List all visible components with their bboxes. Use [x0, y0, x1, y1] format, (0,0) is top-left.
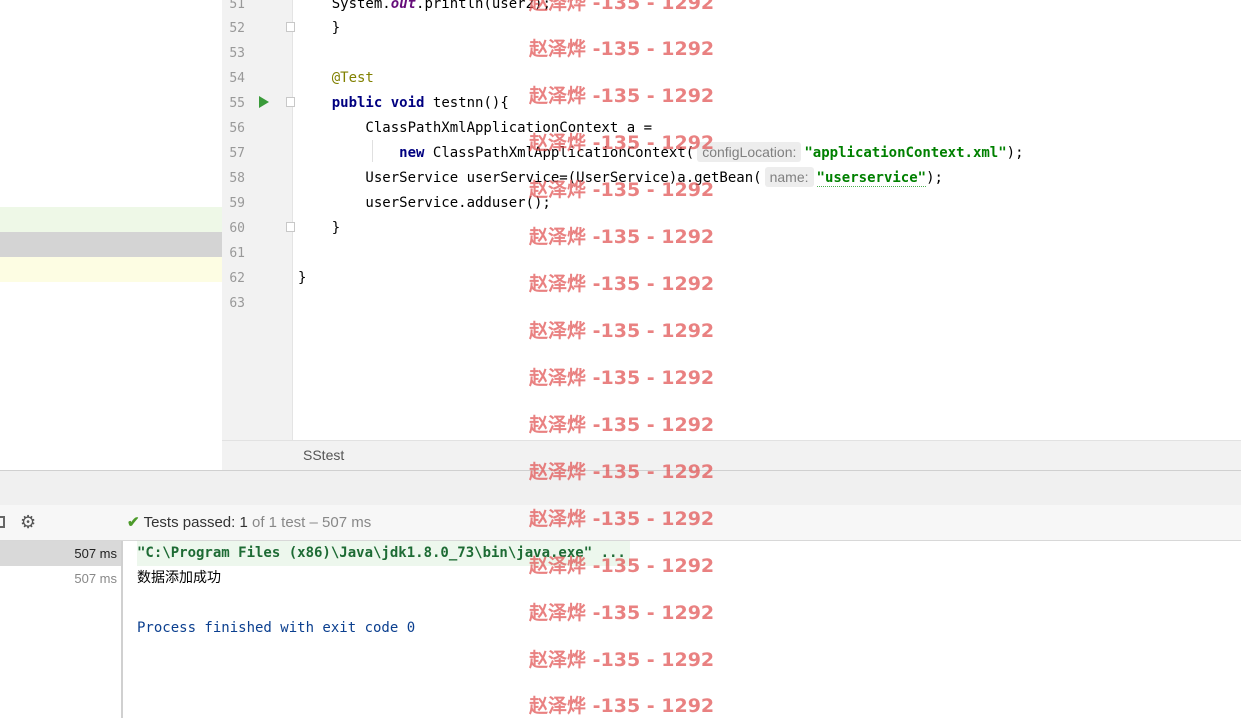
project-row-highlight-yellow[interactable]: [0, 257, 222, 282]
status-detail: of 1 test – 507 ms: [251, 514, 372, 531]
console-output[interactable]: "C:\Program Files (x86)\Java\jdk1.8.0_73…: [123, 541, 1241, 718]
code-line-59: userService.adduser();: [298, 195, 551, 211]
code-line-54-annotation: @Test: [298, 70, 374, 86]
code-text: UserService userService=(UserService)a.g…: [298, 170, 762, 186]
console-command-line[interactable]: "C:\Program Files (x86)\Java\jdk1.8.0_73…: [137, 541, 630, 566]
code-text: );: [926, 170, 943, 186]
string-literal: "applicationContext.xml": [804, 145, 1007, 161]
code-editor[interactable]: System.out.println(user2); } @Test publi…: [298, 0, 1241, 440]
line-number: 56: [229, 121, 245, 136]
code-line-55: public void testnn(){: [298, 91, 509, 116]
test-results-tree: 507 ms 507 ms: [0, 541, 123, 718]
code-line-60: }: [298, 220, 341, 236]
code-line-52: }: [298, 20, 341, 36]
status-label: Tests passed:: [143, 514, 236, 531]
fold-marker-icon[interactable]: [286, 97, 295, 107]
line-number: 55: [229, 96, 245, 111]
line-number: 52: [229, 21, 245, 36]
console-output-line: 数据添加成功: [137, 570, 221, 586]
line-number: 51: [229, 0, 245, 12]
code-line-57: new ClassPathXmlApplicationContext(confi…: [298, 141, 1024, 166]
line-number: 58: [229, 171, 245, 186]
test-status: ✔ Tests passed: 1 of 1 test – 507 ms: [127, 513, 371, 533]
code-line-56: ClassPathXmlApplicationContext a =: [298, 120, 653, 136]
editor-gutter: 51 52 53 54 55 56 57 58 59 60 61 62 63: [222, 0, 293, 440]
project-row-highlight-green[interactable]: [0, 207, 222, 232]
line-number: 54: [229, 71, 245, 86]
editor-breadcrumb-bar: SStest: [222, 440, 1241, 471]
project-pane: [0, 0, 222, 470]
code-text: .println(user2);: [416, 0, 551, 12]
fold-marker-icon[interactable]: [286, 222, 295, 232]
check-icon: ✔: [127, 514, 140, 531]
passed-count: 1: [239, 514, 248, 531]
code-line-58: UserService userService=(UserService)a.g…: [298, 166, 943, 191]
gear-icon[interactable]: ⚙: [20, 511, 36, 533]
console-exit-line: Process finished with exit code 0: [137, 620, 416, 636]
line-number: 62: [229, 271, 245, 286]
breadcrumb-class[interactable]: SStest: [303, 447, 344, 463]
code-line-51: System.out.println(user2);: [298, 0, 551, 17]
param-hint-config-location: configLocation:: [697, 142, 802, 162]
test-duration: 507 ms: [74, 571, 117, 586]
line-number: 57: [229, 146, 245, 161]
line-number: 53: [229, 46, 245, 61]
string-literal: "userservice": [816, 170, 927, 187]
keyword-public: public: [331, 95, 383, 111]
line-number: 61: [229, 246, 245, 261]
tool-window-header: [0, 470, 1241, 506]
test-tree-row[interactable]: 507 ms: [0, 566, 121, 591]
param-hint-name: name:: [764, 167, 814, 187]
export-icon[interactable]: [0, 516, 5, 528]
code-line-62: }: [298, 270, 307, 286]
keyword-void: void: [390, 95, 425, 111]
constructor-call: ClassPathXmlApplicationContext(: [432, 145, 695, 161]
code-field: out: [390, 0, 417, 12]
line-number: 60: [229, 221, 245, 236]
method-signature: testnn(){: [432, 95, 509, 111]
test-duration: 507 ms: [74, 546, 117, 561]
project-row-selected[interactable]: [0, 232, 222, 257]
code-text: );: [1006, 145, 1024, 161]
run-test-icon[interactable]: [259, 96, 269, 108]
test-tree-row-root[interactable]: 507 ms: [0, 541, 121, 566]
keyword-new: new: [399, 145, 425, 161]
line-number: 59: [229, 196, 245, 211]
line-number: 63: [229, 296, 245, 311]
fold-marker-icon[interactable]: [286, 22, 295, 32]
code-text: System.: [298, 0, 391, 12]
